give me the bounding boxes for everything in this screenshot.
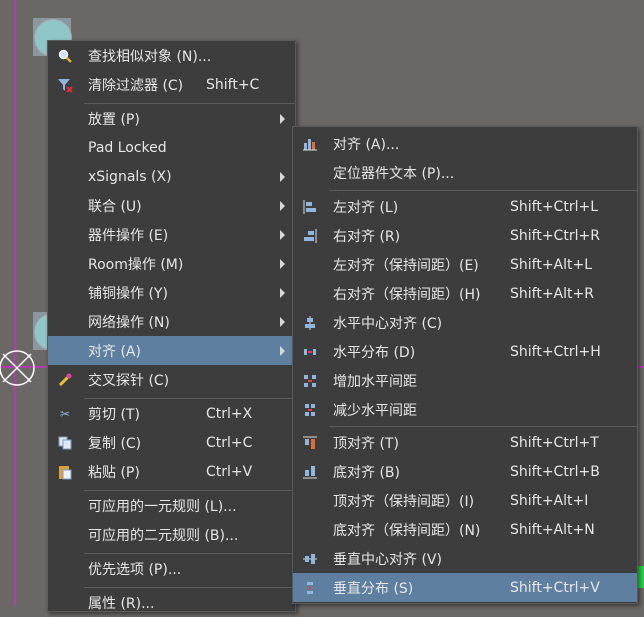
- submenu-item-align-dialog[interactable]: 对齐 (A)...: [293, 129, 637, 158]
- menu-item-binary-rules[interactable]: 可应用的二元规则 (B)...: [48, 520, 295, 549]
- submenu-item-align-top-keep-spacing[interactable]: 顶对齐（保持间距）(I) Shift+Alt+I: [293, 486, 637, 515]
- copy-icon: [56, 434, 74, 452]
- submenu-item-align-bottom-keep-spacing[interactable]: 底对齐（保持间距）(N) Shift+Alt+N: [293, 515, 637, 544]
- increase-hspace-icon: [301, 372, 319, 390]
- menu-item-copy[interactable]: 复制 (C) Ctrl+C: [48, 428, 295, 457]
- menu-item-polygon-actions[interactable]: 铺铜操作 (Y): [48, 278, 295, 307]
- distribute-v-icon: [301, 579, 319, 597]
- clear-filter-icon: [56, 76, 74, 94]
- submenu-item-distribute-v[interactable]: 垂直分布 (S) Shift+Ctrl+V: [293, 573, 637, 602]
- context-menu: 查找相似对象 (N)... 清除过滤器 (C) Shift+C 放置 (P) P…: [47, 40, 296, 612]
- submenu-item-align-right-keep-spacing[interactable]: 右对齐（保持间距）(H) Shift+Alt+R: [293, 279, 637, 308]
- menu-item-xsignals[interactable]: xSignals (X): [48, 162, 295, 191]
- submenu-arrow-icon: [280, 171, 285, 182]
- submenu-item-align-right[interactable]: 右对齐 (R) Shift+Ctrl+R: [293, 221, 637, 250]
- submenu-arrow-icon: [280, 258, 285, 269]
- menu-item-pad-locked[interactable]: Pad Locked: [48, 133, 295, 162]
- submenu-item-align-left[interactable]: 左对齐 (L) Shift+Ctrl+L: [293, 192, 637, 221]
- menu-item-find-similar[interactable]: 查找相似对象 (N)...: [48, 41, 295, 70]
- menu-separator: [329, 190, 637, 191]
- menu-item-cross-probe[interactable]: 交叉探针 (C): [48, 365, 295, 394]
- submenu-arrow-icon: [280, 345, 285, 356]
- align-submenu: 对齐 (A)... 定位器件文本 (P)... 左对齐 (L) Shift+Ct…: [292, 126, 638, 604]
- submenu-item-align-top[interactable]: 顶对齐 (T) Shift+Ctrl+T: [293, 428, 637, 457]
- submenu-item-distribute-h[interactable]: 水平分布 (D) Shift+Ctrl+H: [293, 337, 637, 366]
- menu-item-preferences[interactable]: 优先选项 (P)...: [48, 554, 295, 583]
- submenu-item-align-vcenter[interactable]: 垂直中心对齐 (V): [293, 544, 637, 573]
- align-bottom-icon: [301, 463, 319, 481]
- menu-separator: [329, 426, 637, 427]
- align-top-icon: [301, 434, 319, 452]
- menu-item-align[interactable]: 对齐 (A): [48, 336, 295, 365]
- submenu-arrow-icon: [280, 316, 285, 327]
- menu-item-clear-filter[interactable]: 清除过滤器 (C) Shift+C: [48, 70, 295, 99]
- submenu-arrow-icon: [280, 200, 285, 211]
- search-icon: [56, 47, 74, 65]
- menu-item-room-actions[interactable]: Room操作 (M): [48, 249, 295, 278]
- paste-icon: [56, 463, 74, 481]
- align-icon: [301, 135, 319, 153]
- vertical-guide-line: [14, 0, 16, 605]
- menu-item-union[interactable]: 联合 (U): [48, 191, 295, 220]
- menu-item-properties[interactable]: 属性 (R)...: [48, 588, 295, 617]
- decrease-hspace-icon: [301, 401, 319, 419]
- menu-item-net-actions[interactable]: 网络操作 (N): [48, 307, 295, 336]
- distribute-h-icon: [301, 343, 319, 361]
- submenu-item-align-hcenter[interactable]: 水平中心对齐 (C): [293, 308, 637, 337]
- cross-probe-icon: [56, 371, 74, 389]
- menu-item-cut[interactable]: ✂ 剪切 (T) Ctrl+X: [48, 399, 295, 428]
- submenu-arrow-icon: [280, 113, 285, 124]
- menu-item-component-actions[interactable]: 器件操作 (E): [48, 220, 295, 249]
- align-vcenter-icon: [301, 550, 319, 568]
- submenu-item-align-left-keep-spacing[interactable]: 左对齐（保持间距）(E) Shift+Alt+L: [293, 250, 637, 279]
- submenu-arrow-icon: [280, 287, 285, 298]
- menu-item-place[interactable]: 放置 (P): [48, 104, 295, 133]
- submenu-item-align-bottom[interactable]: 底对齐 (B) Shift+Ctrl+B: [293, 457, 637, 486]
- menu-item-unary-rules[interactable]: 可应用的一元规则 (L)...: [48, 491, 295, 520]
- submenu-arrow-icon: [280, 229, 285, 240]
- align-left-icon: [301, 198, 319, 216]
- align-hcenter-icon: [301, 314, 319, 332]
- submenu-item-position-text[interactable]: 定位器件文本 (P)...: [293, 158, 637, 187]
- align-right-icon: [301, 227, 319, 245]
- menu-item-paste[interactable]: 粘贴 (P) Ctrl+V: [48, 457, 295, 486]
- component-origin-marker: [0, 350, 35, 386]
- submenu-item-increase-hspace[interactable]: 增加水平间距: [293, 366, 637, 395]
- submenu-item-decrease-hspace[interactable]: 减少水平间距: [293, 395, 637, 424]
- scissors-icon: ✂: [59, 406, 71, 421]
